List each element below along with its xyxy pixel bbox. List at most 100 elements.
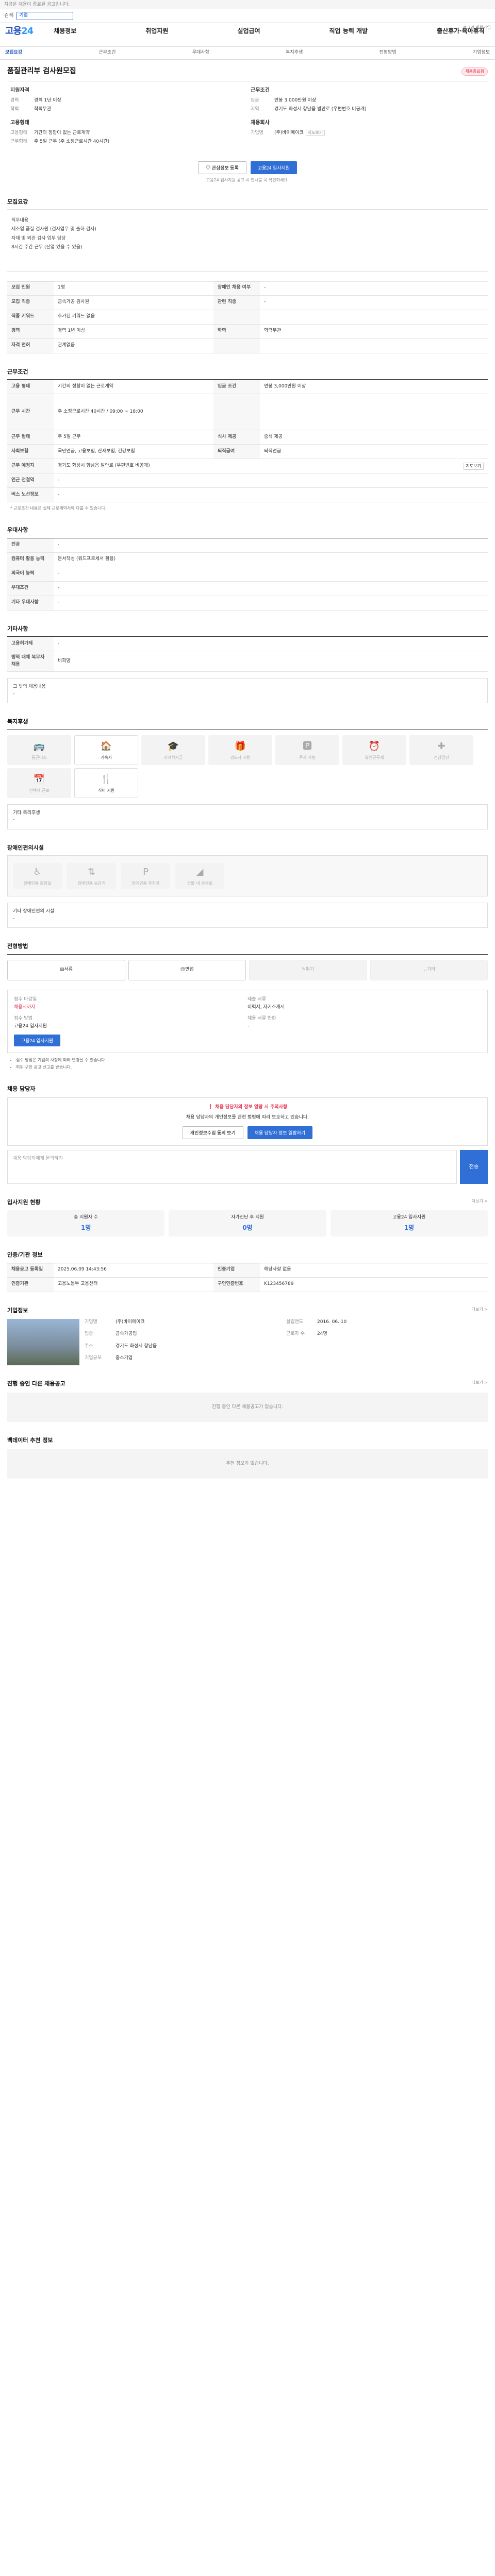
tab-recruit[interactable]: 모집요강 [5, 49, 22, 57]
section-title: 우대사항 [7, 527, 28, 533]
table-row: 고용 형태 기간의 정함이 없는 근로계약 임금 조건 연봉 3,000만원 이상 [7, 379, 488, 394]
summary-heading: 지원자격 [10, 88, 29, 93]
section-title: 기타사항 [7, 625, 28, 632]
job-summary: 지원자격 경력 경력 1년 이상 학력 학력무관 고용형태 고용형태 기간의 정함이 … [7, 81, 488, 152]
content-line: 직무내용 [11, 217, 29, 223]
disability-other: 기타 장애인편의 시설 - [7, 903, 488, 928]
summary-heading: 근무조건 [251, 88, 270, 93]
table-row: 근무 시간 주 소정근로시간 40시간 / 09:00 ~ 18:00 [7, 394, 488, 430]
dorm-icon: 🏠 [100, 740, 112, 752]
screening-steps: ▤ 서류 ☺ 면접 ✎ 필기 … 기타 [7, 954, 488, 986]
table-row: 외국어 능력 - [7, 567, 488, 582]
map-link[interactable]: 지도보기 [463, 462, 484, 470]
table-row: 근무 형태 주 5일 근무 식사 제공 중식 제공 [7, 430, 488, 445]
section-tabs: 모집요강 근무조건 우대사항 복지후생 전형방법 기업정보 [0, 46, 495, 60]
kv-value: (주)바이메이크 [274, 130, 304, 135]
screening-step: ▤ 서류 [7, 959, 125, 980]
welfare-card: 🚌 통근버스 [7, 735, 71, 765]
welfare-grid: 🚌 통근버스 🏠 기숙사 🎓 자녀학자금 🎁 경조사 지원 🅿 주차 가능 ⏰ 유연근무제 ✚ 건강검진 📅… [7, 729, 488, 798]
box-title: 그 밖의 채용내용 [13, 684, 46, 689]
consent-button[interactable]: 개인정보수집 동의 보기 [182, 1126, 243, 1139]
gift-icon: 🎁 [234, 740, 246, 752]
section-title: 백데이터 추천 정보 [7, 1437, 53, 1444]
parking-icon: P [143, 867, 148, 877]
disability-card: ♿ 장애인용 화장실 [13, 863, 62, 889]
scrap-button[interactable]: ♡ 관심정보 등록 [198, 161, 246, 174]
kv-value: 학력무관 [34, 106, 52, 112]
preference-table: 전공 - 컴퓨터 활용 능력 문서작성 (워드프로세서 활용) 외국어 능력 - 우대… [7, 537, 488, 611]
more-link[interactable]: 더보기 > [472, 1380, 488, 1388]
parking-icon: 🅿 [303, 740, 312, 752]
tab-welfare[interactable]: 복지후생 [286, 49, 303, 57]
apply-notice: 고용24 입사지원 공고 시 안내를 꼭 확인하세요. [206, 178, 289, 182]
content-line: 자재 및 외관 검사 업무 담당 [11, 235, 66, 241]
section-title: 진행 중인 다른 채용공고 [7, 1380, 65, 1387]
kv-value: 기간의 정함이 없는 근로계약 [34, 130, 90, 135]
welfare-card: 🎓 자녀학자금 [141, 735, 205, 765]
kv-key: 기업명 [251, 130, 263, 135]
nav-item[interactable]: 취업지원 [145, 26, 168, 36]
apply-button-2[interactable]: 고용24 입사지원 [14, 1034, 61, 1046]
box-title: 기타 복리후생 [13, 810, 40, 816]
other-jobs-empty: 진행 중인 다른 채용공고가 없습니다. [7, 1392, 488, 1422]
welfare-label: 유연근무제 [365, 755, 384, 760]
more-link[interactable]: 더보기 > [472, 1307, 488, 1315]
kv-key: 학력 [10, 106, 19, 112]
view-contact-button[interactable]: 채용 담당자 정보 열람하기 [247, 1126, 313, 1139]
table-row: 모집 인원 1명 장애인 채용 여부 - [7, 281, 488, 296]
stat-card: 자가진단 후 지원 0명 [169, 1210, 326, 1236]
screening-step: ✎ 필기 [249, 959, 367, 980]
auth-links[interactable]: 로그인 회원가입 [463, 25, 491, 31]
disability-card: ⇅ 장애인용 승강기 [67, 863, 116, 889]
ramp-icon: ◢ [196, 867, 204, 877]
site-header: 고용24 채용정보 취업지원 실업급여 직업 능력 개발 출산휴가·육아휴직 [0, 23, 495, 39]
toilet-icon: ♿ [33, 867, 42, 877]
etc-icon: … [422, 967, 427, 972]
school-icon: 🎓 [167, 740, 179, 752]
stat-card: 고용24 입사지원 1명 [330, 1210, 488, 1236]
apply-button[interactable]: 고용24 입사지원 [250, 161, 297, 174]
kv-key: 지역 [251, 106, 259, 112]
table-row: 버스 노선정보 - [7, 487, 488, 502]
inquiry-textarea[interactable]: 채용 담당자에게 문의하기 [7, 1150, 457, 1184]
inquiry-submit[interactable]: 전송 [460, 1150, 488, 1184]
search-input[interactable]: 기업 [16, 11, 74, 20]
section-title: 입사지원 현황 [7, 1199, 41, 1206]
kv-key: 근무형태 [10, 139, 28, 144]
tab-screening[interactable]: 전형방법 [380, 49, 397, 57]
welfare-card: 🎁 경조사 지원 [208, 735, 272, 765]
other-table: 고용허가제 - 병역 대체 복무자 채용 비희망 [7, 636, 488, 672]
section-title: 전형방법 [7, 943, 28, 950]
site-logo[interactable]: 고용24 [5, 24, 34, 38]
table-row: 자격 면허 관계없음 [7, 338, 488, 353]
inquiry-form: 채용 담당자에게 문의하기 전송 [7, 1150, 488, 1184]
kv-value: 주 5일 근무 (주 소정근로시간 40시간) [34, 139, 110, 144]
table-row: 사회보험 국민연금, 고용보험, 산재보험, 건강보험 퇴직급여 퇴직연금 [7, 444, 488, 459]
pencil-icon: ✎ [302, 967, 306, 972]
table-row: 인증기관 고용노동부 고용센터 구인인증번호 K123456789 [7, 1277, 488, 1292]
table-row: 컴퓨터 활용 능력 문서작성 (워드프로세서 활용) [7, 552, 488, 567]
kv-value: 경력 1년 이상 [34, 98, 61, 103]
table-row: 고용허가제 - [7, 636, 488, 651]
tab-company[interactable]: 기업정보 [473, 49, 490, 57]
table-row: 모집 직종 금속가공 검사원 관련 직종 - [7, 295, 488, 310]
welfare-card: 📅 선택적 근로 [7, 768, 71, 798]
content-line: 8시간 주간 근무 (잔업 있을 수 있음) [11, 245, 82, 250]
apply-notes: 접수 방법은 기업의 사정에 따라 변경될 수 있습니다. 허위 구인 광고 신… [10, 1057, 485, 1071]
heart-icon: ♡ [206, 165, 212, 171]
disability-grid: ♿ 장애인용 화장실 ⇅ 장애인용 승강기 P 장애인용 주차장 ◢ 건물 내 경사로 [7, 855, 488, 896]
stats-row: 총 지원자 수 1명 자가진단 후 지원 0명 고용24 입사지원 1명 [7, 1210, 488, 1236]
section-title: 기업정보 [7, 1307, 28, 1314]
kv-key: 임금 [251, 98, 259, 103]
main-nav: 채용정보 취업지원 실업급여 직업 능력 개발 출산휴가·육아휴직 [54, 26, 490, 36]
tab-conditions[interactable]: 근무조건 [98, 49, 116, 57]
nav-item[interactable]: 채용정보 [54, 26, 76, 36]
more-link[interactable]: 더보기 > [472, 1198, 488, 1207]
nav-item[interactable]: 직업 능력 개발 [329, 26, 368, 36]
tab-preference[interactable]: 우대사항 [192, 49, 209, 57]
table-row: 직종 키워드 추가된 키워드 없음 [7, 310, 488, 325]
map-link[interactable]: 지도보기 [305, 130, 325, 135]
scrap-label: 관심정보 등록 [211, 165, 239, 171]
nav-item[interactable]: 실업급여 [237, 26, 260, 36]
contact-box: ❗ 채용 담당자의 정보 열람 시 주의사항 채용 담당자의 개인정보를 관련 … [7, 1097, 488, 1146]
